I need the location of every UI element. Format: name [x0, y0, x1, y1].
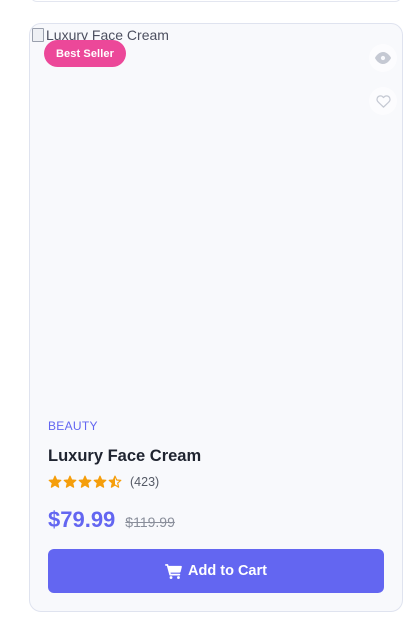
add-to-cart-button[interactable]: Add to Cart [48, 549, 384, 593]
star-icon [63, 475, 77, 488]
product-name[interactable]: Luxury Face Cream [48, 445, 384, 467]
star-icon [78, 475, 92, 488]
quick-view-button[interactable] [369, 44, 397, 72]
rating-row: (423) [48, 473, 384, 491]
product-info: BEAUTY Luxury Face Cream (423) $79.99 $1… [48, 418, 384, 533]
star-rating [48, 475, 122, 489]
original-price: $119.99 [125, 514, 175, 530]
star-icon [48, 475, 62, 488]
product-card[interactable]: Luxury Face Cream Best Seller BEAUTY Lux… [29, 23, 403, 612]
current-price: $79.99 [48, 507, 116, 532]
review-count: (423) [130, 475, 160, 489]
previous-card-edge [30, 0, 402, 2]
add-to-cart-label: Add to Cart [188, 563, 267, 579]
star-icon [108, 475, 122, 488]
cart-icon [165, 563, 182, 579]
product-category[interactable]: BEAUTY [48, 418, 384, 434]
price-row: $79.99 $119.99 [48, 507, 384, 533]
heart-icon [375, 94, 391, 108]
star-icon [93, 475, 107, 488]
wishlist-button[interactable] [369, 87, 397, 115]
broken-image-icon [32, 28, 44, 42]
best-seller-badge: Best Seller [44, 40, 126, 67]
eye-icon [375, 52, 391, 64]
product-image-area[interactable]: Luxury Face Cream Best Seller [30, 24, 402, 404]
